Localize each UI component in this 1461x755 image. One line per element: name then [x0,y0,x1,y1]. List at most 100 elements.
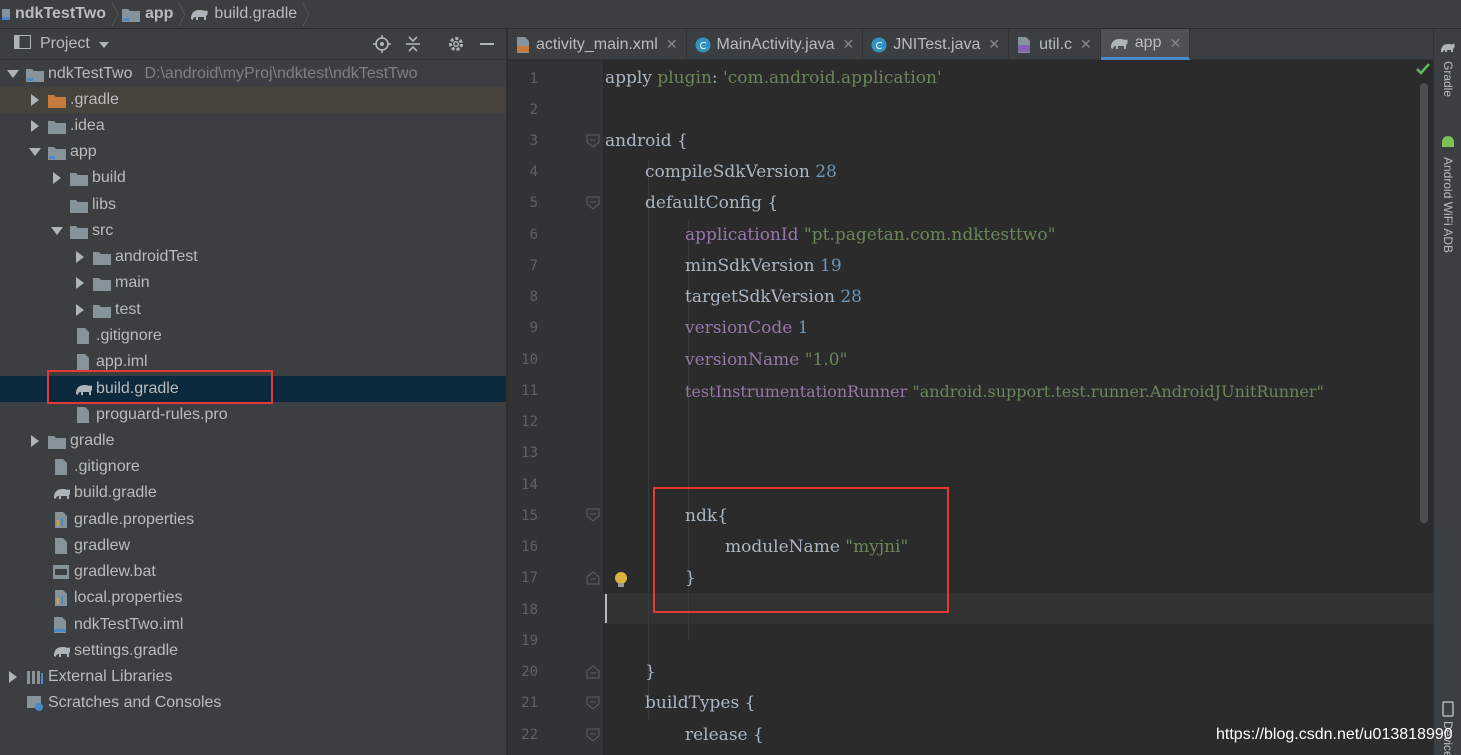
tree-item-test[interactable]: test [0,297,506,323]
code-line-11: testInstrumentationRunner "android.suppo… [685,382,1324,401]
breadcrumb-item-project[interactable]: ndkTestTwo [0,0,110,29]
tree-item-external-libraries[interactable]: External Libraries [0,664,506,690]
line-number: 17 [521,570,538,586]
tree-item-root-build-gradle[interactable]: build.gradle [0,480,506,506]
fold-marker-icon[interactable] [586,696,600,710]
collapsed-arrow-icon[interactable] [73,244,87,270]
inspection-ok-icon [1416,63,1430,75]
module-icon [48,144,66,160]
line-number: 4 [529,164,538,180]
line-number: 12 [521,414,538,430]
breadcrumb-item-build-gradle[interactable]: build.gradle [187,0,301,29]
tab-jnitest-java[interactable]: C JNITest.java ✕ [863,29,1010,60]
tree-item-scratches[interactable]: Scratches and Consoles [0,690,506,716]
line-number: 10 [521,352,538,368]
project-view-selector[interactable]: Project [40,35,90,53]
tree-item-proguard-rules[interactable]: proguard-rules.pro [0,402,506,428]
line-number: 9 [529,320,538,336]
expanded-arrow-icon[interactable] [6,61,20,87]
chevron-right-icon [301,0,311,29]
collapsed-arrow-icon[interactable] [73,297,87,323]
gradle-elephant-icon [189,7,209,21]
folder-icon [70,223,88,239]
collapsed-arrow-icon[interactable] [28,87,42,113]
gear-icon[interactable] [447,35,465,57]
tree-item-idea[interactable]: .idea [0,113,506,139]
line-number: 5 [529,195,538,211]
collapsed-arrow-icon[interactable] [6,664,20,690]
tree-item-gradlew-bat[interactable]: gradlew.bat [0,559,506,585]
collapsed-arrow-icon[interactable] [28,428,42,454]
scratches-icon [26,695,44,711]
collapsed-arrow-icon[interactable] [50,165,64,191]
collapse-all-icon[interactable] [404,35,422,57]
watermark: https://blog.csdn.net/u013818990 [1216,726,1453,743]
collapsed-arrow-icon[interactable] [73,270,87,296]
minimize-icon[interactable] [478,35,496,57]
line-number: 14 [521,477,538,493]
expanded-arrow-icon[interactable] [50,218,64,244]
tree-item-ndktesttwo-iml[interactable]: ndkTestTwo.iml [0,612,506,638]
fold-marker-icon[interactable] [586,508,600,522]
line-number: 22 [521,727,538,743]
tree-item-build[interactable]: build [0,165,506,191]
expanded-arrow-icon[interactable] [28,139,42,165]
tree-item-settings-gradle[interactable]: settings.gradle [0,638,506,664]
tree-item-gradlew[interactable]: gradlew [0,533,506,559]
module-icon [26,66,44,82]
text-caret [605,594,607,623]
tree-item-libs[interactable]: libs [0,192,506,218]
close-icon[interactable]: ✕ [988,36,1000,53]
code-line-10: versionName "1.0" [685,350,848,370]
line-number: 15 [521,508,538,524]
android-wifi-adb-tool-window-button[interactable]: Android WiFi ADB [1441,157,1455,253]
code-line-21: buildTypes { [645,693,756,713]
editor-tabs: activity_main.xml ✕ C MainActivity.java … [508,29,1433,60]
code-line-3: android { [605,131,688,151]
gradle-elephant-icon [52,643,70,659]
code-editor[interactable]: 1 2 3 4 5 6 7 8 9 10 11 12 13 14 15 16 1… [508,61,1433,755]
collapsed-arrow-icon[interactable] [28,113,42,139]
tree-item-ndktesttwo[interactable]: ndkTestTwo D:\android\myProj\ndktest\ndk… [0,61,506,87]
chevron-right-icon [110,0,120,29]
code-line-7: minSdkVersion 19 [685,256,842,276]
tab-mainactivity-java[interactable]: C MainActivity.java ✕ [687,29,864,60]
svg-text:C: C [699,41,706,52]
lightbulb-icon[interactable] [614,571,628,589]
fold-marker-icon[interactable] [586,134,600,148]
tree-item-main[interactable]: main [0,270,506,296]
close-icon[interactable]: ✕ [843,36,855,53]
tab-util-c[interactable]: util.c ✕ [1009,29,1101,60]
close-icon[interactable]: ✕ [666,36,678,53]
tree-item-app-gitignore[interactable]: .gitignore [0,323,506,349]
breadcrumb-item-app[interactable]: app [120,0,177,29]
close-icon[interactable]: ✕ [1080,36,1092,53]
close-icon[interactable]: ✕ [1169,35,1181,52]
tree-item-gradle-folder[interactable]: gradle [0,428,506,454]
properties-file-icon [52,512,70,528]
tree-item-local-properties[interactable]: local.properties [0,585,506,611]
fold-marker-icon[interactable] [586,196,600,210]
folder-orange-icon [48,92,66,108]
locate-file-icon[interactable] [373,35,391,57]
code-line-4: compileSdkVersion 28 [645,162,837,182]
fold-end-marker-icon[interactable] [586,571,600,585]
tab-activity-main-xml[interactable]: activity_main.xml ✕ [508,29,687,60]
tree-item-src[interactable]: src [0,218,506,244]
gradle-tool-window-button[interactable]: Gradle [1441,61,1455,97]
tree-item-root-gitignore[interactable]: .gitignore [0,454,506,480]
tree-item-gradle-properties[interactable]: gradle.properties [0,507,506,533]
tree-item-dot-gradle[interactable]: .gradle [0,87,506,113]
tree-item-app[interactable]: app [0,139,506,165]
chevron-down-icon[interactable] [98,36,109,53]
chevron-right-icon [177,0,187,29]
fold-marker-icon[interactable] [586,728,600,742]
fold-end-marker-icon[interactable] [586,665,600,679]
line-number: 3 [529,133,538,149]
vertical-scrollbar[interactable] [1420,83,1428,523]
code-line-20: } [645,662,656,682]
line-number: 2 [529,102,538,118]
tree-item-androidtest[interactable]: androidTest [0,244,506,270]
tab-app-build-gradle[interactable]: app ✕ [1100,29,1191,60]
indent-guide [648,161,649,721]
